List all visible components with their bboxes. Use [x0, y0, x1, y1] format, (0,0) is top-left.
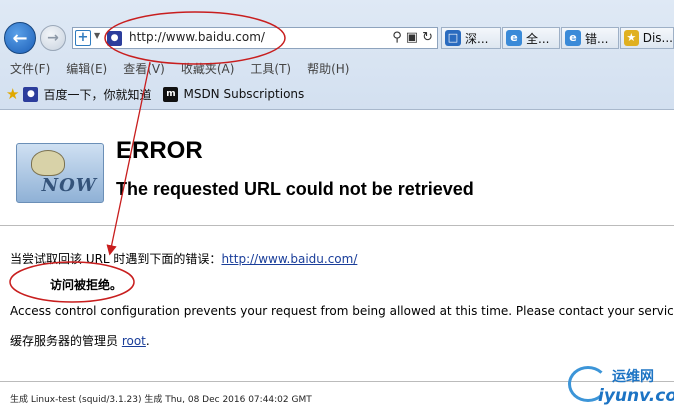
footer-text: 生成 Linux-test (squid/3.1.23) 生成 Thu, 08 … [10, 395, 312, 405]
msdn-icon: m [163, 86, 179, 102]
favorites-bar: ★ ● 百度一下，你就知道 m MSDN Subscriptions [0, 82, 674, 106]
watermark-bottom-text: iyunv.com [598, 386, 674, 406]
squid-icon [31, 150, 65, 176]
admin-contact-prefix: 缓存服务器的管理员 [10, 334, 122, 348]
ie-icon: e [506, 30, 522, 46]
address-bar[interactable]: + ▼ ● http://www.baidu.com/ ⚲ ▣ ↻ [72, 27, 438, 49]
broken-page-icon[interactable]: ▣ [406, 30, 418, 45]
tab-label: 错... [585, 31, 609, 46]
back-arrow-icon: ← [12, 27, 28, 49]
favorite-label: MSDN Subscriptions [183, 87, 305, 101]
admin-contact-line: 缓存服务器的管理员 root. [10, 332, 150, 349]
trophy-icon: ★ [624, 30, 639, 46]
baidu-paw-icon: ● [107, 31, 122, 46]
error-subtitle: The requested URL could not be retrieved [116, 179, 474, 199]
page-content: NOW ERROR The requested URL could not be… [0, 111, 674, 381]
favorite-item-msdn[interactable]: m MSDN Subscriptions [163, 86, 305, 102]
menu-tools[interactable]: 工具(T) [250, 60, 291, 77]
forward-button[interactable]: → [40, 25, 66, 51]
news-icon: □ [445, 30, 461, 46]
tab-1[interactable]: □ 深... [441, 27, 501, 49]
favorites-star-icon[interactable]: ★ [6, 85, 19, 103]
compatibility-view-icon[interactable]: + [75, 30, 91, 46]
tab-label: 全... [526, 31, 550, 46]
error-url-link[interactable]: http://www.baidu.com/ [221, 252, 357, 266]
refresh-icon[interactable]: ↻ [422, 30, 433, 45]
address-actions: ⚲ ▣ ↻ [392, 30, 433, 45]
access-denied-text: 访问被拒绝。 [50, 278, 123, 292]
menu-favorites[interactable]: 收藏夹(A) [181, 60, 235, 77]
menu-view[interactable]: 查看(V) [123, 60, 165, 77]
site-watermark: 运维网 iyunv.com [568, 360, 674, 408]
watermark-top-text: 运维网 [612, 369, 654, 385]
search-icon[interactable]: ⚲ [392, 30, 402, 45]
logo-text: NOW [41, 175, 97, 196]
tab-label: 深... [465, 31, 489, 46]
navigation-row: ← → + ▼ ● http://www.baidu.com/ ⚲ ▣ ↻ □ … [0, 0, 674, 56]
menu-bar: 文件(F) 编辑(E) 查看(V) 收藏夹(A) 工具(T) 帮助(H) [0, 57, 674, 79]
menu-edit[interactable]: 编辑(E) [66, 60, 107, 77]
favorite-item-baidu[interactable]: ● 百度一下，你就知道 [23, 86, 151, 103]
admin-email-link[interactable]: root [122, 334, 146, 348]
tab-4[interactable]: ★ Dis... [620, 27, 674, 49]
divider [0, 225, 674, 226]
menu-help[interactable]: 帮助(H) [307, 60, 349, 77]
error-url-line: 当尝试取回该 URL 时遇到下面的错误：http://www.baidu.com… [10, 250, 357, 267]
ie-icon: e [565, 30, 581, 46]
favorite-label: 百度一下，你就知道 [43, 87, 152, 102]
admin-contact-suffix: . [145, 334, 150, 348]
error-url-prefix: 当尝试取回该 URL 时遇到下面的错误： [10, 252, 222, 266]
browser-chrome: ← → + ▼ ● http://www.baidu.com/ ⚲ ▣ ↻ □ … [0, 0, 674, 110]
tab-2[interactable]: e 全... [502, 27, 560, 49]
address-url[interactable]: http://www.baidu.com/ [129, 30, 265, 44]
chevron-down-icon[interactable]: ▼ [94, 31, 100, 40]
forward-arrow-icon: → [47, 30, 59, 46]
baidu-paw-icon: ● [23, 86, 39, 102]
access-control-message: Access control configuration prevents yo… [10, 304, 674, 318]
menu-file[interactable]: 文件(F) [10, 60, 50, 77]
error-title: ERROR [116, 137, 203, 164]
tab-3[interactable]: e 错... [561, 27, 619, 49]
back-button[interactable]: ← [4, 22, 36, 54]
squid-logo: NOW [16, 143, 104, 203]
tab-label: Dis... [642, 31, 673, 45]
